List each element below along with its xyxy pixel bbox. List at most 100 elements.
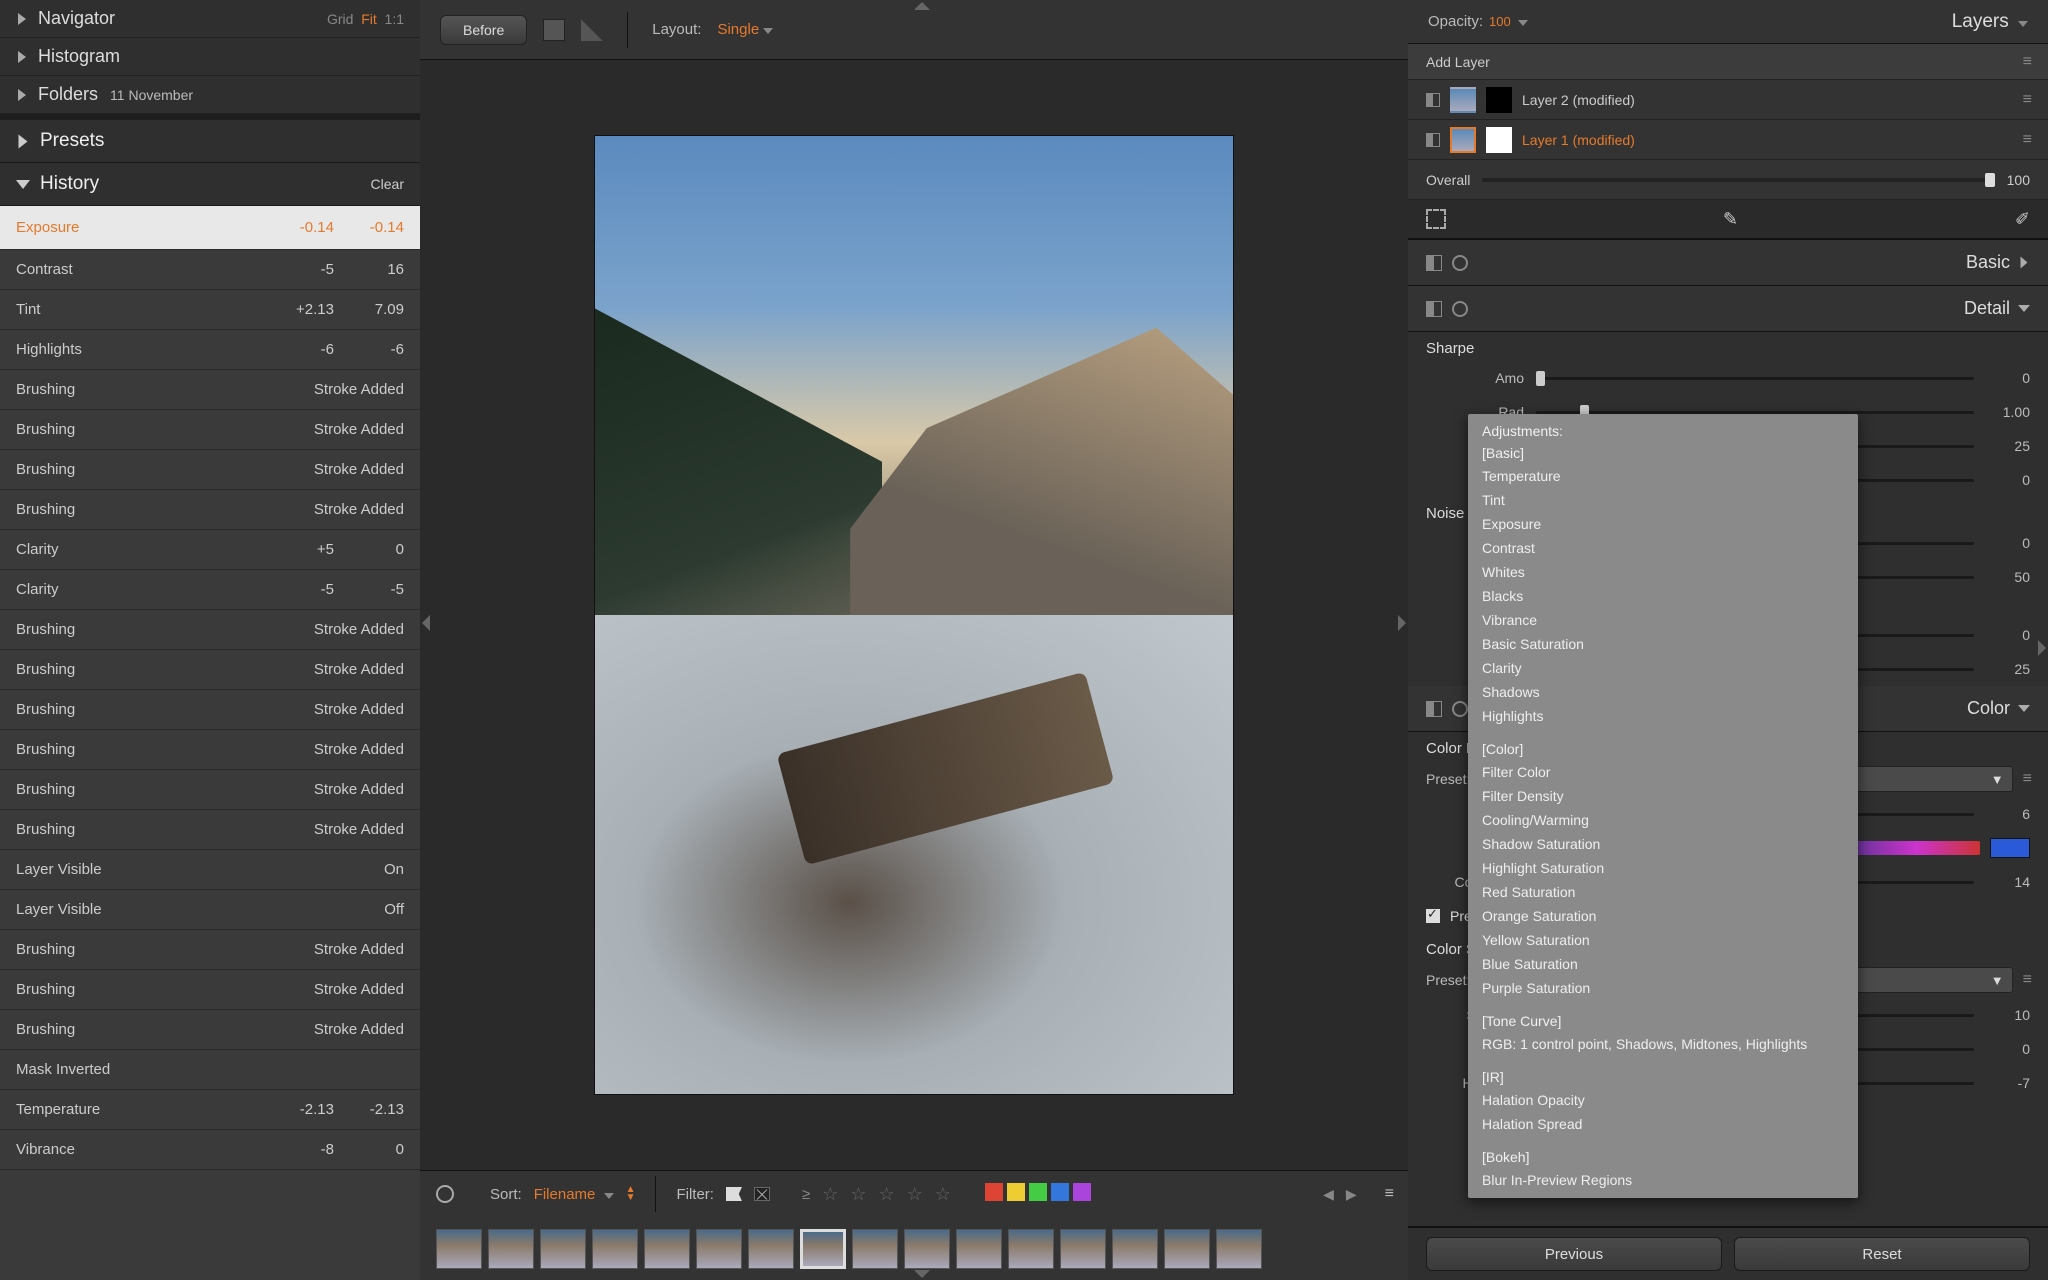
dropdown-item[interactable]: Cooling/Warming: [1468, 808, 1858, 832]
filmstrip-thumb[interactable]: [1008, 1229, 1054, 1269]
history-clear-button[interactable]: Clear: [371, 176, 404, 192]
diagonal-split-icon[interactable]: [581, 19, 603, 41]
history-row[interactable]: Temperature-2.13-2.13: [0, 1090, 420, 1130]
dropdown-item[interactable]: Vibrance: [1468, 608, 1858, 632]
image-canvas[interactable]: [420, 60, 1408, 1170]
filmstrip-thumb[interactable]: [956, 1229, 1002, 1269]
dropdown-item[interactable]: Whites: [1468, 560, 1858, 584]
history-row[interactable]: Layer VisibleOff: [0, 890, 420, 930]
dropdown-item[interactable]: Blur In-Preview Regions: [1468, 1168, 1858, 1192]
history-row[interactable]: Clarity+50: [0, 530, 420, 570]
history-row[interactable]: BrushingStroke Added: [0, 970, 420, 1010]
history-row[interactable]: BrushingStroke Added: [0, 690, 420, 730]
history-row[interactable]: BrushingStroke Added: [0, 490, 420, 530]
crop-icon[interactable]: [1426, 209, 1446, 229]
presets-panel[interactable]: Presets: [0, 120, 420, 163]
history-row[interactable]: BrushingStroke Added: [0, 650, 420, 690]
filmstrip-thumb[interactable]: [1216, 1229, 1262, 1269]
adjustments-dropdown[interactable]: Adjustments:[Basic]TemperatureTintExposu…: [1468, 414, 1858, 1198]
history-row[interactable]: BrushingStroke Added: [0, 770, 420, 810]
next-page-icon[interactable]: ▶: [1346, 1186, 1357, 1203]
detail-panel-header[interactable]: Detail: [1408, 286, 2048, 332]
filmstrip-thumb[interactable]: [904, 1229, 950, 1269]
layer-row[interactable]: Layer 1 (modified) ≡: [1408, 120, 2048, 160]
dropdown-item[interactable]: Shadows: [1468, 680, 1858, 704]
history-row[interactable]: BrushingStroke Added: [0, 450, 420, 490]
opacity-value[interactable]: 100: [1489, 14, 1528, 29]
flag-pick-icon[interactable]: [726, 1187, 742, 1201]
add-layer-button[interactable]: Add Layer ≡: [1408, 44, 2048, 80]
prev-page-icon[interactable]: ◀: [1323, 1186, 1334, 1203]
dropdown-item[interactable]: Blacks: [1468, 584, 1858, 608]
dropdown-item[interactable]: Filter Color: [1468, 760, 1858, 784]
expand-left-icon[interactable]: [422, 615, 430, 631]
dropdown-item[interactable]: Halation Opacity: [1468, 1088, 1858, 1112]
history-row[interactable]: Tint+2.137.09: [0, 290, 420, 330]
menu-icon[interactable]: ≡: [2023, 91, 2030, 109]
dropdown-item[interactable]: Shadow Saturation: [1468, 832, 1858, 856]
split-view-icon[interactable]: [543, 19, 565, 41]
filmstrip-thumb[interactable]: [1060, 1229, 1106, 1269]
color-filter-swatch[interactable]: [1051, 1183, 1069, 1201]
color-swatch[interactable]: [1990, 838, 2030, 858]
dropdown-item[interactable]: Temperature: [1468, 464, 1858, 488]
color-filter-swatch[interactable]: [1073, 1183, 1091, 1201]
history-row[interactable]: BrushingStroke Added: [0, 930, 420, 970]
layer-mask-thumb[interactable]: [1486, 127, 1512, 153]
history-row[interactable]: BrushingStroke Added: [0, 370, 420, 410]
reset-button[interactable]: Reset: [1734, 1237, 2030, 1271]
dropdown-item[interactable]: Orange Saturation: [1468, 904, 1858, 928]
panel-toggle-icon[interactable]: [1426, 701, 1442, 717]
menu-icon[interactable]: ≡: [2023, 770, 2030, 788]
sort-direction-icon[interactable]: ▲▼: [626, 1186, 636, 1202]
gear-icon[interactable]: [436, 1185, 454, 1203]
dropdown-item[interactable]: Highlight Saturation: [1468, 856, 1858, 880]
overall-slider[interactable]: [1482, 178, 1994, 182]
history-row[interactable]: Clarity-5-5: [0, 570, 420, 610]
panel-reset-icon[interactable]: [1452, 701, 1468, 717]
filmstrip-thumb[interactable]: [540, 1229, 586, 1269]
rating-gte-icon[interactable]: ≥: [802, 1186, 810, 1203]
expand-bottom-icon[interactable]: [914, 1270, 930, 1278]
history-panel-header[interactable]: History Clear: [0, 163, 420, 206]
dropdown-item[interactable]: Basic Saturation: [1468, 632, 1858, 656]
navigator-panel[interactable]: Navigator Grid Fit 1:1: [0, 0, 420, 38]
filmstrip-thumb[interactable]: [644, 1229, 690, 1269]
filmstrip-thumb[interactable]: [748, 1229, 794, 1269]
layer-mask-thumb[interactable]: [1486, 87, 1512, 113]
expand-right-edge-icon[interactable]: [2038, 640, 2046, 656]
brush-in-icon[interactable]: ✎: [1723, 209, 1738, 230]
history-row[interactable]: Vibrance-80: [0, 1130, 420, 1170]
folders-panel[interactable]: Folders 11 November: [0, 76, 420, 114]
history-row[interactable]: BrushingStroke Added: [0, 610, 420, 650]
panel-reset-icon[interactable]: [1452, 301, 1468, 317]
color-filter-swatch[interactable]: [985, 1183, 1003, 1201]
history-row[interactable]: Mask Inverted: [0, 1050, 420, 1090]
dropdown-item[interactable]: Contrast: [1468, 536, 1858, 560]
menu-icon[interactable]: ≡: [2023, 971, 2030, 989]
dropdown-item[interactable]: Clarity: [1468, 656, 1858, 680]
history-row[interactable]: BrushingStroke Added: [0, 810, 420, 850]
previous-button[interactable]: Previous: [1426, 1237, 1722, 1271]
expand-right-icon[interactable]: [1398, 615, 1406, 631]
filmstrip-menu-icon[interactable]: ≡: [1385, 1185, 1392, 1203]
star-4-icon[interactable]: ☆: [907, 1184, 923, 1205]
basic-panel-header[interactable]: Basic: [1408, 240, 2048, 286]
navigator-view-modes[interactable]: Grid Fit 1:1: [327, 11, 404, 27]
history-row[interactable]: BrushingStroke Added: [0, 730, 420, 770]
amount-slider[interactable]: [1536, 377, 1974, 380]
filmstrip-thumb[interactable]: [488, 1229, 534, 1269]
dropdown-item[interactable]: Red Saturation: [1468, 880, 1858, 904]
panel-toggle-icon[interactable]: [1426, 255, 1442, 271]
dropdown-item[interactable]: Halation Spread: [1468, 1112, 1858, 1136]
brush-out-icon[interactable]: ✐: [2015, 209, 2030, 230]
layer-visibility-icon[interactable]: [1426, 133, 1440, 147]
filmstrip-thumb[interactable]: [1112, 1229, 1158, 1269]
dropdown-item[interactable]: Exposure: [1468, 512, 1858, 536]
star-5-icon[interactable]: ☆: [935, 1184, 951, 1205]
history-row[interactable]: Highlights-6-6: [0, 330, 420, 370]
history-row[interactable]: BrushingStroke Added: [0, 1010, 420, 1050]
filmstrip-thumb[interactable]: [852, 1229, 898, 1269]
star-2-icon[interactable]: ☆: [850, 1184, 866, 1205]
menu-icon[interactable]: ≡: [2023, 53, 2030, 71]
